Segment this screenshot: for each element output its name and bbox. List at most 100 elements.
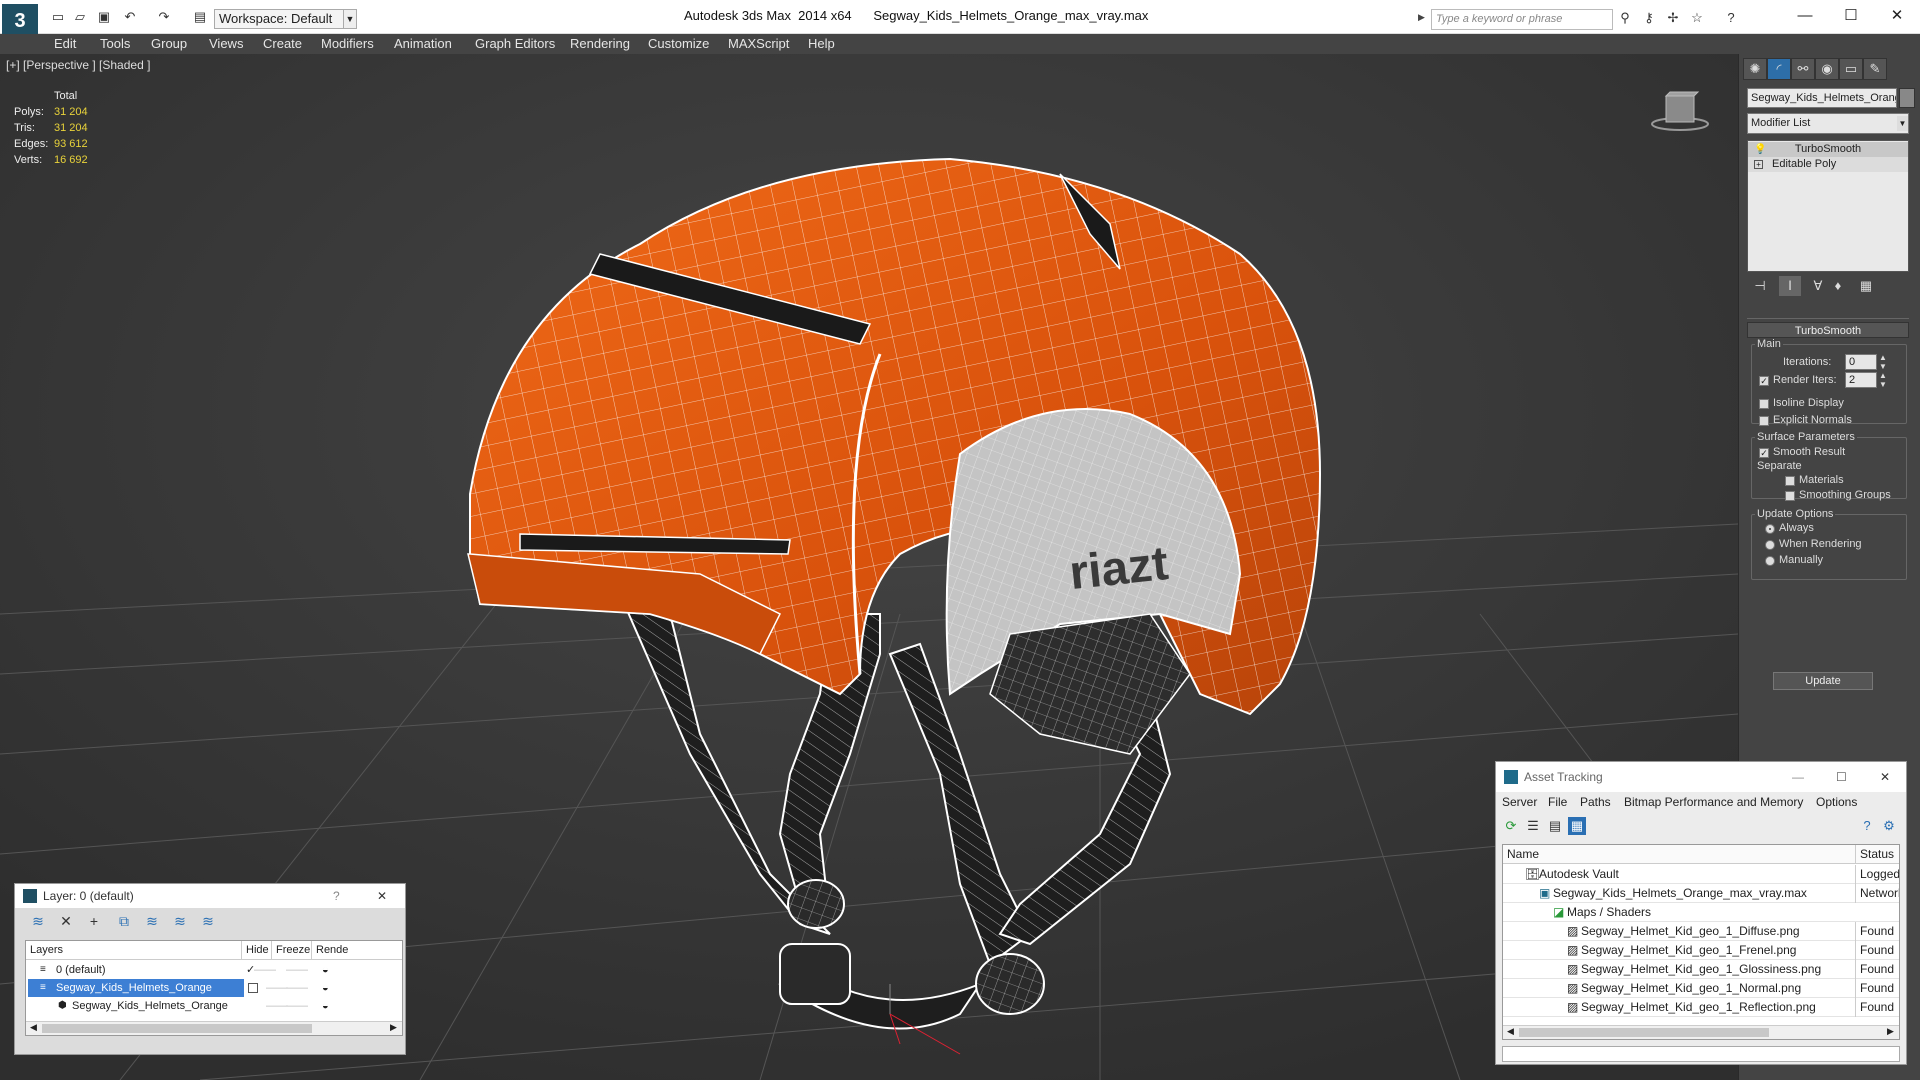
highlight-layer-icon[interactable]: ≋ [141,912,163,930]
hide-column-header[interactable]: Hide [242,941,272,959]
when-rendering-radio[interactable] [1765,540,1775,550]
list-view-icon[interactable]: ☰ [1524,817,1542,835]
maximize-button[interactable]: ☐ [1836,762,1847,792]
minimize-button[interactable]: — [1782,4,1828,28]
menu-bitmap-performance[interactable]: Bitmap Performance and Memory [1624,792,1803,812]
open-file-icon[interactable]: ▱ [72,10,88,24]
table-view-icon[interactable]: ▦ [1568,817,1586,835]
motion-tab-icon[interactable]: ◉ [1815,58,1839,80]
render-teapot-icon[interactable]: ◒ [322,979,329,997]
delete-layer-icon[interactable]: ✕ [55,912,77,930]
scrollbar-thumb[interactable] [1519,1028,1769,1037]
scroll-right-icon[interactable]: ▶ [390,1022,397,1033]
app-logo[interactable]: 3 [2,4,38,38]
freeze-all-icon[interactable]: ≋ [197,912,219,930]
layer-row-selected[interactable]: ≡ Segway_Kids_Helmets_Orange —— —— ◒ [26,979,402,997]
lightbulb-icon[interactable]: 💡 [1754,142,1766,157]
asset-row[interactable]: 🗄 Autodesk Vault Logged O [1503,865,1899,884]
help-icon[interactable]: ? [1722,10,1740,26]
menu-file[interactable]: File [1548,792,1567,812]
manually-radio[interactable] [1765,556,1775,566]
modify-tab-icon[interactable]: ◜ [1767,58,1791,80]
help-icon[interactable]: ? [1858,817,1876,835]
show-end-result-icon[interactable]: Ⅰ [1779,276,1801,296]
horizontal-scrollbar[interactable]: ◀ ▶ [1503,1025,1899,1039]
asset-row[interactable]: ▣ Segway_Kids_Helmets_Orange_max_vray.ma… [1503,884,1899,903]
scrollbar-thumb[interactable] [42,1024,312,1033]
menu-paths[interactable]: Paths [1580,792,1611,812]
object-row[interactable]: ⬢ Segway_Kids_Helmets_Orange —— —— ◒ [26,997,402,1015]
viewport-label[interactable]: [+] [Perspective ] [Shaded ] [6,58,150,72]
freeze-column-header[interactable]: Freeze [272,941,312,959]
chevron-down-icon[interactable]: ▼ [1897,116,1908,131]
tree-view-icon[interactable]: ▤ [1546,817,1564,835]
hide-toggle[interactable]: —— [254,979,288,997]
menu-group[interactable]: Group [151,36,187,51]
scroll-right-icon[interactable]: ▶ [1887,1026,1894,1037]
menu-edit[interactable]: Edit [54,36,76,51]
maximize-button[interactable]: ☐ [1828,4,1874,28]
hide-all-icon[interactable]: ≋ [169,912,191,930]
explicit-normals-checkbox[interactable] [1759,416,1769,426]
hide-toggle[interactable]: —— [254,961,276,979]
freeze-toggle[interactable]: —— [286,961,308,979]
create-tab-icon[interactable]: ✺ [1743,58,1767,80]
horizontal-scrollbar[interactable]: ◀ ▶ [26,1021,402,1035]
display-tab-icon[interactable]: ▭ [1839,58,1863,80]
freeze-toggle[interactable]: —— [286,997,308,1015]
redo-icon[interactable]: ↷ [156,10,172,24]
configure-sets-icon[interactable]: ▦ [1855,276,1877,296]
project-folder-icon[interactable]: ▤ [192,10,208,24]
asset-row[interactable]: ▨ Segway_Helmet_Kid_geo_1_Normal.png Fou… [1503,979,1899,998]
menu-tools[interactable]: Tools [100,36,130,51]
iterations-spinner[interactable]: 0 [1845,354,1877,370]
workspace-dropdown[interactable]: Workspace: Default [214,9,344,29]
menu-animation[interactable]: Animation [394,36,452,51]
select-objects-icon[interactable]: ⧉ [113,912,135,930]
settings-icon[interactable]: ⚙ [1880,817,1898,835]
close-button[interactable]: ✕ [1880,762,1890,792]
favorites-star-icon[interactable]: ☆ [1688,10,1706,26]
hierarchy-tab-icon[interactable]: ⚯ [1791,58,1815,80]
layer-window-titlebar[interactable]: Layer: 0 (default) ? ✕ [15,884,405,908]
hide-toggle[interactable]: —— [266,997,288,1015]
update-button[interactable]: Update [1773,672,1873,690]
name-column-header[interactable]: Name [1503,845,1855,864]
smooth-result-checkbox[interactable]: ✓ [1759,448,1769,458]
close-button[interactable]: ✕ [1874,4,1920,28]
smoothing-groups-checkbox[interactable] [1785,491,1795,501]
menu-help[interactable]: Help [808,36,835,51]
minimize-button[interactable]: — [1792,762,1804,792]
scroll-left-icon[interactable]: ◀ [30,1022,37,1033]
add-to-layer-icon[interactable]: + [83,912,105,930]
spinner-arrows-icon[interactable]: ▲ ▼ [1879,353,1887,371]
layer-row[interactable]: ≡ 0 (default) ✓ —— —— ◒ [26,961,402,979]
viewcube-icon[interactable] [1650,88,1710,132]
asset-row[interactable]: ▨ Segway_Helmet_Kid_geo_1_Frenel.png Fou… [1503,941,1899,960]
subscription-icon[interactable]: ✢ [1664,10,1682,26]
rollout-header-turbosmooth[interactable]: TurboSmooth [1747,322,1909,338]
object-color-swatch[interactable] [1899,88,1915,108]
asset-row[interactable]: ◪ Maps / Shaders [1503,903,1899,922]
menu-views[interactable]: Views [209,36,243,51]
pin-stack-icon[interactable]: ⊣ [1749,276,1771,296]
menu-modifiers[interactable]: Modifiers [321,36,374,51]
expand-plus-icon[interactable]: + [1754,160,1763,169]
save-file-icon[interactable]: ▣ [96,10,112,24]
search-expand-icon[interactable]: ▶ [1418,12,1425,23]
menu-customize[interactable]: Customize [648,36,709,51]
render-iters-checkbox[interactable]: ✓ [1759,376,1769,386]
asset-row[interactable]: ▨ Segway_Helmet_Kid_geo_1_Diffuse.png Fo… [1503,922,1899,941]
render-iters-spinner[interactable]: 2 [1845,372,1877,388]
menu-maxscript[interactable]: MAXScript [728,36,789,51]
materials-checkbox[interactable] [1785,476,1795,486]
status-column-header[interactable]: Status [1855,845,1899,864]
asset-row[interactable]: ▨ Segway_Helmet_Kid_geo_1_Reflection.png… [1503,998,1899,1017]
new-layer-icon[interactable]: ≋ [27,912,49,930]
stack-item-turbosmooth[interactable]: 💡 TurboSmooth [1748,142,1908,157]
modifier-list-dropdown[interactable]: Modifier List [1747,113,1909,134]
make-unique-icon[interactable]: ∀ [1807,276,1829,296]
asset-window-titlebar[interactable]: Asset Tracking — ☐ ✕ [1496,762,1906,792]
render-teapot-icon[interactable]: ◒ [322,997,329,1015]
new-file-icon[interactable]: ▭ [50,10,66,24]
